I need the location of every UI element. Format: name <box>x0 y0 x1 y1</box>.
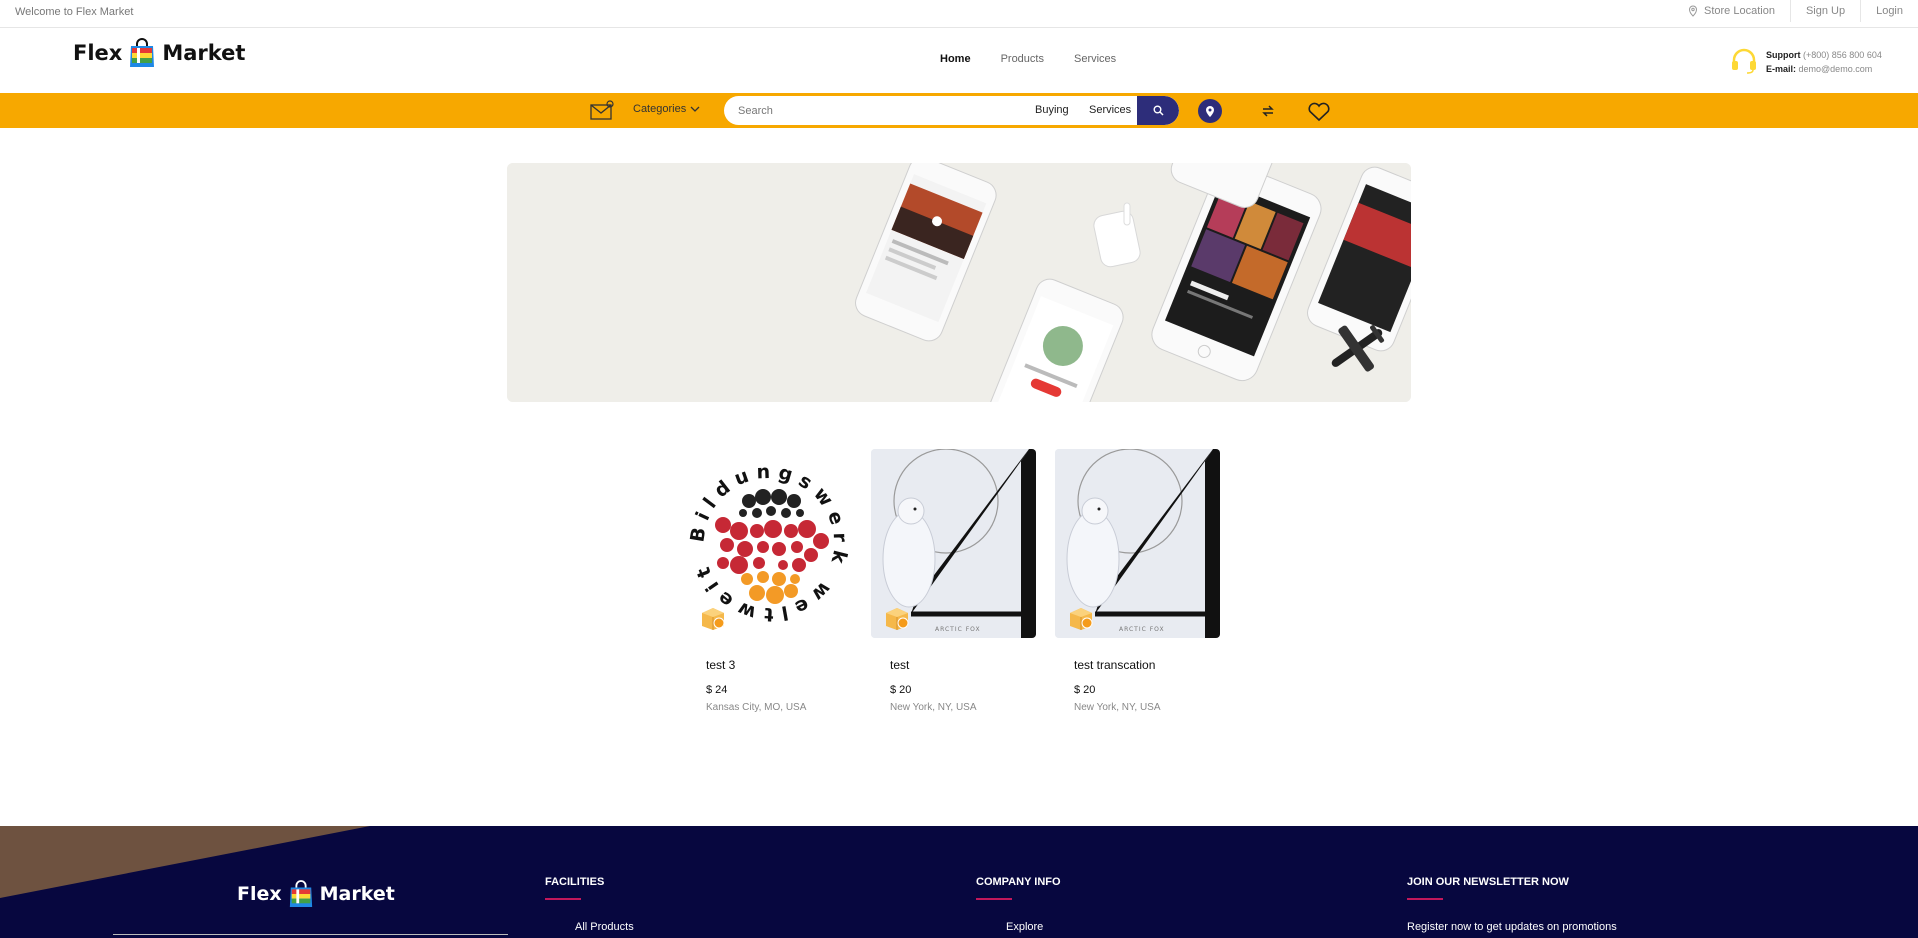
footer-link-explore[interactable]: Explore <box>1006 921 1061 933</box>
footer-facilities: FACILITIES All Products <box>545 876 634 933</box>
location-button[interactable] <box>1198 99 1222 123</box>
product-location: New York, NY, USA <box>1074 702 1161 713</box>
heading-underline <box>545 898 581 900</box>
map-pin-icon <box>1206 105 1214 117</box>
search-bar-strip: Categories Buying Services <box>0 93 1918 128</box>
shopping-bag-logo-icon <box>289 880 312 907</box>
package-box-icon <box>883 605 911 636</box>
hero-banner[interactable] <box>507 163 1411 402</box>
support-text: Support (+800) 856 800 604 E-mail: demo@… <box>1766 48 1882 76</box>
wishlist-heart-icon[interactable] <box>1307 102 1331 127</box>
footer-logo-word-left: Flex <box>237 883 282 905</box>
logo-word-right: Market <box>162 41 246 65</box>
site-footer: Flex Market FACILITIES All Products COMP… <box>0 826 1918 938</box>
product-image: ARCTIC FOX <box>1055 449 1220 638</box>
product-location: New York, NY, USA <box>890 702 977 713</box>
product-image: ARCTIC FOX <box>871 449 1036 638</box>
search-option-services[interactable]: Services <box>1089 104 1131 116</box>
shopping-bag-logo-icon <box>130 38 155 67</box>
categories-label: Categories <box>633 103 687 115</box>
package-box-icon <box>1067 605 1095 636</box>
product-grid: Bildungswerk weltweit test 3 $ 24 Kansas… <box>687 449 1220 713</box>
search-option-buying[interactable]: Buying <box>1035 104 1069 116</box>
search-icon <box>1153 105 1164 116</box>
product-title[interactable]: test <box>890 658 1036 672</box>
product-card[interactable]: Bildungswerk weltweit test 3 $ 24 Kansas… <box>687 449 852 713</box>
poster-brand-text: ARCTIC FOX <box>1119 626 1165 633</box>
facilities-heading: FACILITIES <box>545 876 605 888</box>
support-info: Support (+800) 856 800 604 E-mail: demo@… <box>1730 48 1882 76</box>
product-price: $ 20 <box>890 684 912 696</box>
company-info-heading: COMPANY INFO <box>976 876 1061 888</box>
email-label: E-mail: <box>1766 64 1797 74</box>
search-box: Buying Services <box>724 96 1179 125</box>
heading-underline <box>1407 898 1443 900</box>
location-pin-icon <box>1688 5 1698 17</box>
product-card[interactable]: ARCTIC FOX test transcation $ 20 New Yor… <box>1055 449 1220 713</box>
chevron-down-icon <box>690 106 700 112</box>
main-nav: Home Products Services <box>940 53 1116 65</box>
product-title[interactable]: test 3 <box>706 658 852 672</box>
footer-link-all-products[interactable]: All Products <box>575 921 634 933</box>
heading-underline <box>976 898 1012 900</box>
nav-home[interactable]: Home <box>940 53 971 65</box>
search-button[interactable] <box>1137 96 1179 125</box>
footer-company-info: COMPANY INFO Explore <box>976 876 1061 933</box>
store-location-link[interactable]: Store Location <box>1673 0 1790 22</box>
store-location-label: Store Location <box>1704 5 1775 17</box>
footer-logo-word-right: Market <box>319 883 395 905</box>
footer-divider <box>113 934 508 935</box>
product-card[interactable]: ARCTIC FOX test $ 20 New York, NY, USA <box>871 449 1036 713</box>
product-price: $ 20 <box>1074 684 1096 696</box>
product-image: Bildungswerk weltweit <box>687 449 852 638</box>
poster-brand-text: ARCTIC FOX <box>935 626 981 633</box>
phones-banner-image <box>507 163 1411 402</box>
nav-products[interactable]: Products <box>1001 53 1044 65</box>
headset-icon <box>1732 48 1756 74</box>
newsletter-heading: JOIN OUR NEWSLETTER NOW <box>1407 876 1569 888</box>
logo-word-left: Flex <box>73 41 123 65</box>
main-header: Flex Market Home Products Services Suppo… <box>0 28 1918 93</box>
welcome-text: Welcome to Flex Market <box>15 6 134 18</box>
support-email[interactable]: demo@demo.com <box>1799 64 1873 74</box>
search-input[interactable] <box>738 96 1038 125</box>
login-link[interactable]: Login <box>1860 0 1918 22</box>
compare-arrows-icon[interactable] <box>1260 103 1276 124</box>
product-price: $ 24 <box>706 684 728 696</box>
newsletter-text: Register now to get updates on promotion… <box>1407 921 1617 933</box>
top-links: Store Location Sign Up Login <box>1673 0 1918 27</box>
footer-newsletter: JOIN OUR NEWSLETTER NOW Register now to … <box>1407 876 1617 933</box>
footer-logo[interactable]: Flex Market <box>237 880 395 908</box>
product-location: Kansas City, MO, USA <box>706 702 807 713</box>
top-bar: Welcome to Flex Market Store Location Si… <box>0 0 1918 28</box>
mail-icon[interactable] <box>590 100 614 125</box>
product-title[interactable]: test transcation <box>1074 658 1220 672</box>
sign-up-link[interactable]: Sign Up <box>1789 0 1860 22</box>
support-label: Support <box>1766 50 1801 60</box>
site-logo[interactable]: Flex Market <box>73 38 245 68</box>
nav-services[interactable]: Services <box>1074 53 1116 65</box>
categories-dropdown[interactable]: Categories <box>633 103 700 115</box>
support-phone: (+800) 856 800 604 <box>1803 50 1882 60</box>
package-box-icon <box>699 605 727 636</box>
